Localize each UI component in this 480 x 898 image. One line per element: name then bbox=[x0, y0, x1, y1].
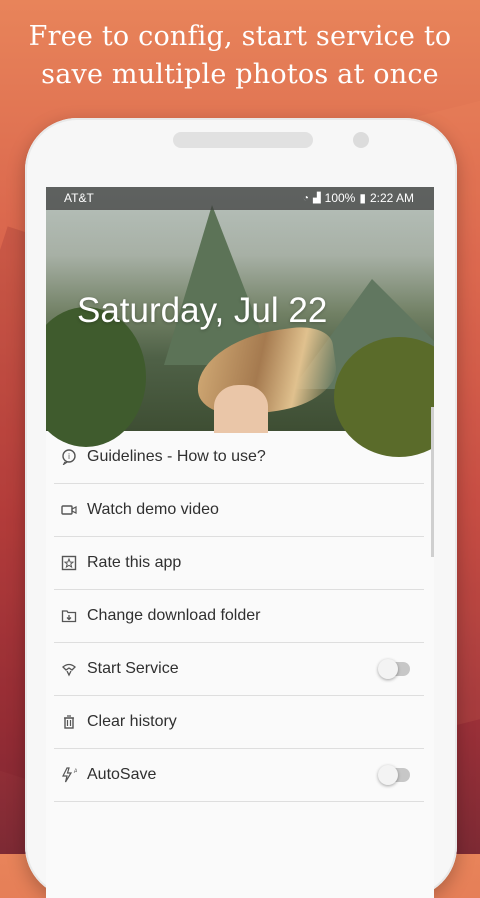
list-item-guidelines[interactable]: i Guidelines - How to use? bbox=[54, 431, 424, 484]
start-service-toggle[interactable] bbox=[378, 659, 410, 679]
list-item-rate-app[interactable]: Rate this app bbox=[54, 537, 424, 590]
wifi-icon: ◔ bbox=[302, 192, 309, 204]
phone-screen: Saturday, Jul 22 AT&T ◔ ▟ 100% ▮ 2:22 AM… bbox=[46, 187, 434, 898]
list-item-autosave[interactable]: A AutoSave bbox=[54, 749, 424, 802]
list-scrollbar[interactable] bbox=[431, 407, 434, 557]
list-item-label: Change download folder bbox=[87, 607, 261, 624]
list-item-change-folder[interactable]: Change download folder bbox=[54, 590, 424, 643]
list-item-watch-demo[interactable]: Watch demo video bbox=[54, 484, 424, 537]
status-bar: AT&T ◔ ▟ 100% ▮ 2:22 AM bbox=[46, 187, 434, 210]
list-item-label: Start Service bbox=[87, 660, 179, 677]
service-icon bbox=[60, 660, 78, 678]
phone-speaker bbox=[173, 132, 313, 148]
promo-headline: Free to config, start service to save mu… bbox=[0, 18, 480, 94]
headline-line-1: Free to config, start service to bbox=[28, 21, 452, 52]
person-shoulders bbox=[214, 385, 268, 433]
trash-icon bbox=[60, 713, 78, 731]
list-item-label: Rate this app bbox=[87, 554, 182, 571]
status-time: 2:22 AM bbox=[369, 191, 414, 205]
star-box-icon bbox=[60, 554, 78, 572]
list-item-label: AutoSave bbox=[87, 766, 157, 783]
list-item-clear-history[interactable]: Clear history bbox=[54, 696, 424, 749]
header-image: Saturday, Jul 22 bbox=[46, 187, 434, 457]
toggle-knob bbox=[378, 659, 398, 679]
carrier-label: AT&T bbox=[64, 191, 94, 205]
svg-text:A: A bbox=[74, 769, 77, 775]
video-camera-icon bbox=[60, 501, 78, 519]
battery-percent: 100% bbox=[324, 191, 356, 205]
signal-icon: ▟ bbox=[312, 192, 321, 204]
folder-download-icon bbox=[60, 607, 78, 625]
svg-text:i: i bbox=[68, 452, 70, 461]
header-date-title: Saturday, Jul 22 bbox=[77, 291, 328, 330]
list-item-label: Guidelines - How to use? bbox=[87, 448, 266, 465]
phone-frame: Saturday, Jul 22 AT&T ◔ ▟ 100% ▮ 2:22 AM… bbox=[25, 118, 457, 898]
toggle-knob bbox=[378, 765, 398, 785]
battery-icon: ▮ bbox=[359, 191, 366, 205]
autosave-toggle[interactable] bbox=[378, 765, 410, 785]
list-item-label: Clear history bbox=[87, 713, 177, 730]
list-item-label: Watch demo video bbox=[87, 501, 219, 518]
settings-list: i Guidelines - How to use? Watch demo vi… bbox=[46, 431, 434, 802]
phone-camera bbox=[353, 132, 369, 148]
help-bubble-icon: i bbox=[60, 448, 78, 466]
status-right-group: ◔ ▟ 100% ▮ 2:22 AM bbox=[303, 191, 414, 205]
flash-auto-icon: A bbox=[60, 766, 78, 784]
list-item-start-service[interactable]: Start Service bbox=[54, 643, 424, 696]
headline-line-2: save multiple photos at once bbox=[41, 59, 439, 90]
